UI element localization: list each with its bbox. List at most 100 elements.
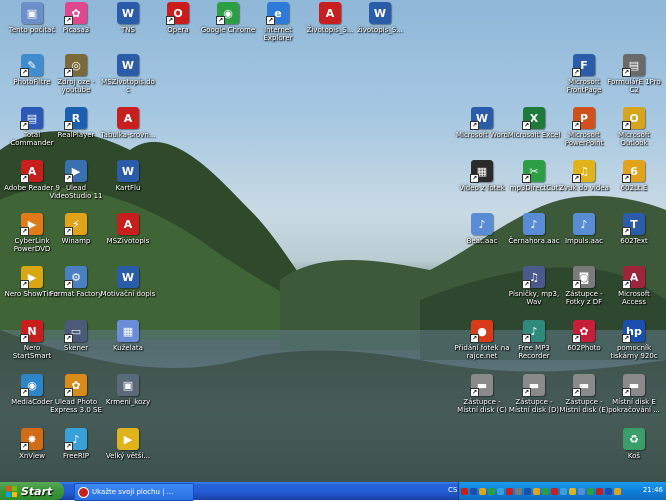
desktop-icon[interactable]: P ↗ Microsoft PowerPoint xyxy=(556,107,612,147)
desktop-icon[interactable]: ◉ ↗ Google Chrome xyxy=(200,2,256,34)
desktop-icon[interactable]: ▣ Krmeni_kozy xyxy=(100,374,156,406)
hard-drive-icon: ▬ ↗ xyxy=(572,374,595,397)
music-folder-icon: ♫ ↗ xyxy=(522,266,545,289)
desktop-icon[interactable]: R ↗ RealPlayer xyxy=(48,107,104,139)
tray-icon[interactable] xyxy=(560,487,567,495)
desktop-icon[interactable]: ♫ ↗ Zvuk do videa xyxy=(556,160,612,192)
tray-icon[interactable] xyxy=(461,487,468,495)
floppy-disk-icon: ▤ ↗ xyxy=(20,107,43,130)
desktop-icon[interactable]: ♪ ↗ FreeRIP xyxy=(48,428,104,460)
desktop-icon[interactable]: A ↗ Microsoft Access xyxy=(606,266,662,306)
taskbar-window-button[interactable]: Ukažte svoji plochu | ... xyxy=(74,483,194,501)
desktop-icon-label: Zástupce - Fotky z DF xyxy=(565,290,603,306)
desktop-icon[interactable]: Wživotopis_S... xyxy=(352,2,408,34)
opera-icon: O ↗ xyxy=(166,2,189,25)
desktop-icon[interactable]: A Tabulka-srovn... xyxy=(100,107,156,139)
shortcut-arrow-icon: ↗ xyxy=(622,280,631,289)
tray-icon[interactable] xyxy=(587,487,594,495)
tray-icon[interactable] xyxy=(488,487,495,495)
outlook-icon: O ↗ xyxy=(622,107,645,130)
desktop-icon[interactable]: ▭ ↗ Skener xyxy=(48,320,104,352)
desktop-icon-label: Velký větší... xyxy=(105,452,151,460)
desktop-icon[interactable]: F ↗ Microsoft FrontPage xyxy=(556,54,612,94)
shortcut-arrow-icon: ↗ xyxy=(622,121,631,130)
desktop-icon[interactable]: X ↗ Microsoft Excel xyxy=(506,107,562,139)
desktop-icon[interactable]: A MSZivotopis xyxy=(100,213,156,245)
clock[interactable]: 21:46 xyxy=(643,486,663,494)
tray-icon[interactable] xyxy=(497,487,504,495)
desktop-icon[interactable]: W TNS xyxy=(100,2,156,34)
desktop-icon[interactable]: ♪ ↗ Free MP3 Recorder xyxy=(506,320,562,360)
desktop-icon[interactable]: ⚡ ↗ Winamp xyxy=(48,213,104,245)
desktop-icon[interactable]: W Motivační dopis xyxy=(100,266,156,298)
desktop-icon-label: Ulead Photo Express 3.0 SE xyxy=(50,398,102,414)
desktop-icon[interactable]: ● ↗ Přidání fotek na rajce.net xyxy=(454,320,510,360)
desktop-icon[interactable]: ♪ Impuls.aac xyxy=(556,213,612,245)
desktop-icon-label: Zdroj oze - youtube xyxy=(57,78,95,94)
shortcut-arrow-icon: ↗ xyxy=(622,334,631,343)
shortcut-arrow-icon: ↗ xyxy=(64,280,73,289)
shortcut-arrow-icon: ↗ xyxy=(622,388,631,397)
tray-icon[interactable] xyxy=(596,487,603,495)
tray-icon[interactable] xyxy=(470,487,477,495)
tray-icon[interactable] xyxy=(578,487,585,495)
desktop-icon[interactable]: O ↗ Microsoft Outlook xyxy=(606,107,662,147)
desktop-icon[interactable]: ♪ Černahora.aac xyxy=(506,213,562,245)
tray-icon[interactable] xyxy=(524,487,531,495)
desktop-icon[interactable]: 6 ↗ 602Lt.E xyxy=(606,160,662,192)
desktop-icon[interactable]: ▬ ↗ Místní disk E pokračování ... xyxy=(606,374,662,414)
desktop-icon[interactable]: O ↗ Opera xyxy=(150,2,206,34)
tray-icon[interactable] xyxy=(542,487,549,495)
desktop-icon[interactable]: hp ↗ pomocník tiskárny 920c xyxy=(606,320,662,360)
tray-icon[interactable] xyxy=(614,487,621,495)
desktop-icon[interactable]: ✿ ↗ 602Photo xyxy=(556,320,612,352)
desktop-icon[interactable]: ✿ ↗ Picasa3 xyxy=(48,2,104,34)
desktop-icon[interactable]: ✿ ↗ Ulead Photo Express 3.0 SE xyxy=(48,374,104,414)
desktop-icon[interactable]: ⚙ ↗ Format Factory xyxy=(48,266,104,298)
language-indicator[interactable]: CS xyxy=(448,486,457,494)
desktop-icon[interactable]: T ↗ 602Text xyxy=(606,213,662,245)
desktop-icon[interactable]: ▶ ↗ Ulead VideoStudio 11 xyxy=(48,160,104,200)
adobe-reader-icon: A ↗ xyxy=(20,160,43,183)
desktop-icon[interactable]: ◙ ↗ Zástupce - Fotky z DF xyxy=(556,266,612,306)
desktop-icon[interactable]: ▬ ↗ Zástupce - Místní disk (D) xyxy=(506,374,562,414)
desktop-icon-label: Zástupce - Místní disk (C) xyxy=(457,398,507,414)
desktop-icon[interactable]: ♻ Koš xyxy=(606,428,662,460)
desktop-icon[interactable]: ✂ ↗ mp3DirectCut xyxy=(506,160,562,192)
tray-icon[interactable] xyxy=(506,487,513,495)
shortcut-arrow-icon: ↗ xyxy=(522,334,531,343)
desktop-icon[interactable]: ▶ Velký větší... xyxy=(100,428,156,460)
picasa-icon: ✿ ↗ xyxy=(64,2,87,25)
video-file-icon: ▣ xyxy=(117,374,139,396)
tray-icon[interactable] xyxy=(479,487,486,495)
desktop-icon[interactable]: ▦ ↗ Video z fotek xyxy=(454,160,510,192)
desktop-icon[interactable]: ▤ ↗ FormulářE 1Pro C2 xyxy=(606,54,662,94)
desktop-icon[interactable]: ♫ ↗ Písničky, mp3, Wav xyxy=(506,266,562,306)
recycle-bin-icon: ♻ xyxy=(623,428,645,450)
start-button[interactable]: Start xyxy=(0,482,64,500)
desktop-icon[interactable]: ♪ Beat.aac xyxy=(454,213,510,245)
tray-icon[interactable] xyxy=(551,487,558,495)
tray-icon[interactable] xyxy=(605,487,612,495)
desktop-icon[interactable]: ▬ ↗ Zástupce - Místní disk (C) xyxy=(454,374,510,414)
shortcut-arrow-icon: ↗ xyxy=(622,174,631,183)
shortcut-arrow-icon: ↗ xyxy=(64,121,73,130)
desktop-icon[interactable]: W ↗ Microsoft Word xyxy=(454,107,510,139)
tray-icon[interactable] xyxy=(515,487,522,495)
desktop-icon[interactable]: ▦ Kuželata xyxy=(100,320,156,352)
tray-icon[interactable] xyxy=(533,487,540,495)
desktop-icon[interactable]: ▬ ↗ Zástupce - Místní disk (E) xyxy=(556,374,612,414)
desktop[interactable]: ▣ Tento počítač ✿ ↗ Picasa3 W TNS O ↗ Opera ◉ ↗ Goog… xyxy=(0,0,666,482)
shortcut-arrow-icon: ↗ xyxy=(20,227,29,236)
desktop-icon[interactable]: ◎ ↗ Zdroj oze - youtube xyxy=(48,54,104,94)
desktop-icon[interactable]: W MSZivotopis.doc xyxy=(100,54,156,94)
desktop-icon[interactable]: A Životopis_S... xyxy=(302,2,358,34)
desktop-icon[interactable]: W KartFlu xyxy=(100,160,156,192)
powerdvd-icon: ▶ ↗ xyxy=(20,213,43,236)
tray-icon[interactable] xyxy=(569,487,576,495)
desktop-icon[interactable]: e ↗ Internet Explorer xyxy=(250,2,306,42)
shortcut-arrow-icon: ↗ xyxy=(622,68,631,77)
word-document-icon: W xyxy=(117,160,139,182)
shortcut-arrow-icon: ↗ xyxy=(572,334,581,343)
taskbar: Start Ukažte svoji plochu | ... CS 21:46 xyxy=(0,482,666,501)
